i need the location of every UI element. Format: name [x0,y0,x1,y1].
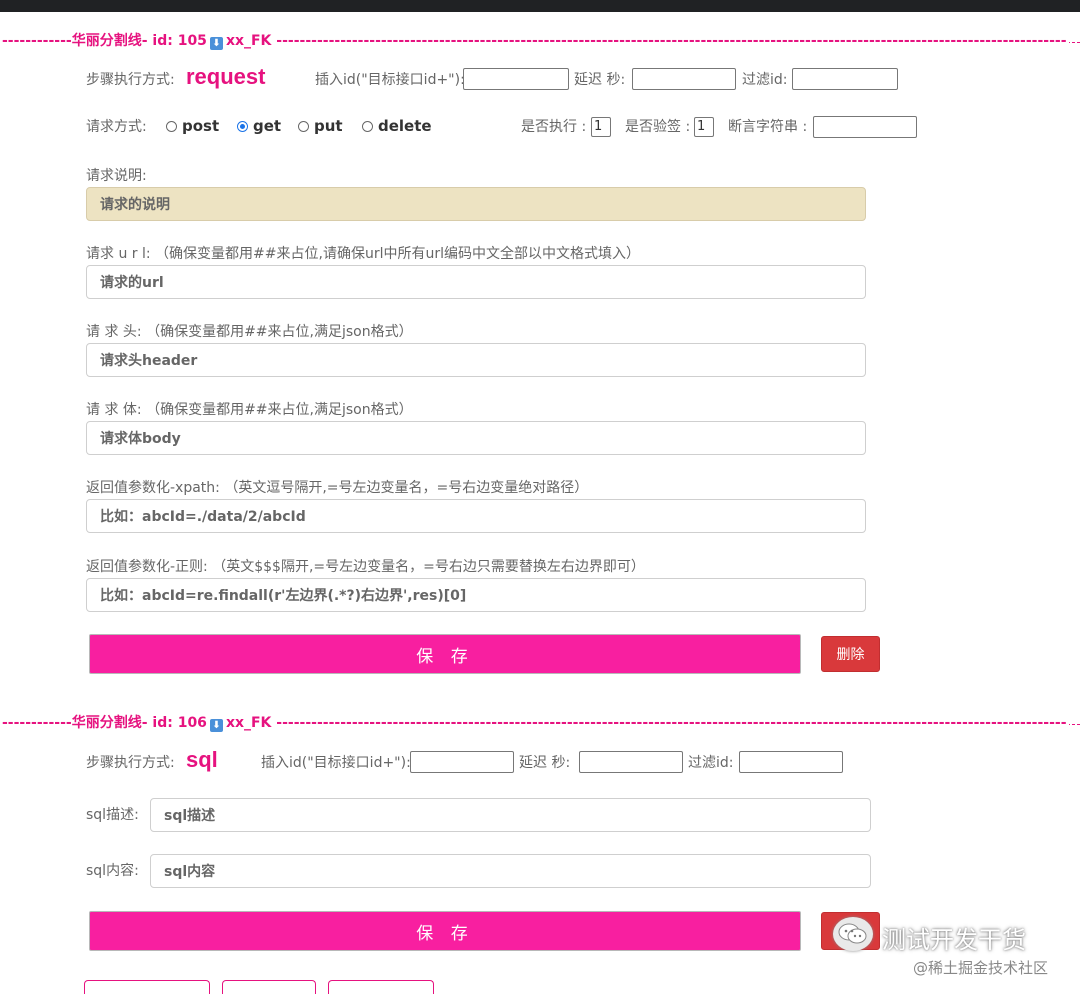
download-icon: ⬇ [209,719,223,732]
divider-prefix: ------------华丽分割线- id: 105 [2,33,207,49]
radio-circle [362,121,373,132]
insert-id-input[interactable] [463,68,569,90]
regex-param-field[interactable]: 比如：abcId=re.findall(r'左边界(.*?)右边界',res)[… [86,578,866,612]
mode-label: 步骤执行方式: [86,755,175,771]
insert-id-label: 插入id("目标接口id+"): [315,72,465,88]
download-icon: ⬇ [209,37,223,50]
insert-id-input[interactable] [410,751,514,773]
xpath-param-field[interactable]: 比如：abcId=./data/2/abcId [86,499,866,533]
delay-label: 延迟 秒: [574,72,626,88]
mode-value: request [186,64,266,89]
wechat-icon-glyph [838,923,867,944]
assert-input[interactable] [813,116,917,138]
sign-input[interactable]: 1 [694,117,714,137]
delay-input[interactable] [579,751,683,773]
radio-put-label: put [314,117,343,135]
radio-circle [166,121,177,132]
radio-post[interactable]: post [166,116,219,136]
filter-id-label: 过滤id: [742,72,788,88]
bottom-button-partial[interactable] [222,980,316,994]
request-url-field[interactable]: 请求的url [86,265,866,299]
divider-suffix: xx_FK [225,33,272,49]
radio-delete-label: delete [378,117,432,135]
divider-suffix: xx_FK [225,715,272,731]
assert-label: 断言字符串 : [728,119,808,135]
sql-content-field[interactable]: sql内容 [150,854,871,888]
exec-input[interactable]: 1 [591,117,611,137]
save-button[interactable]: 保 存 [89,911,801,951]
exec-label: 是否执行 : [521,119,587,135]
sql-desc-field[interactable]: sql描述 [150,798,871,832]
divider-header: ------------华丽分割线- id: 105 ⬇ xx_FK -------… [0,32,1069,50]
divider-dashes: ----------------------------------------… [276,33,1067,49]
request-header-field[interactable]: 请求头header [86,343,866,377]
filter-id-input[interactable] [739,751,843,773]
request-desc-field[interactable]: 请求的说明 [86,187,866,221]
bottom-button-partial[interactable] [328,980,434,994]
delay-label: 延迟 秒: [519,755,571,771]
regex-label: 返回值参数化-正则: （英文$$$隔开,=号左边变量名，=号右边只需要替换左右边… [86,559,645,575]
radio-circle [298,121,309,132]
delete-button[interactable]: 删除 [821,636,880,672]
request-body-field[interactable]: 请求体body [86,421,866,455]
divider-dashes: ----------------------------------------… [276,715,1067,731]
url-label: 请求 u r l: （确保变量都用##来占位,请确保url中所有url编码中文全… [86,246,640,262]
save-button[interactable]: 保 存 [89,634,801,674]
method-label: 请求方式: [86,119,147,135]
insert-id-label: 插入id("目标接口id+"): [261,755,411,771]
mode-value: sql [186,747,218,772]
watermark-source: @稀土掘金技术社区 [913,959,1049,977]
sql-desc-label: sql描述: [86,807,139,823]
divider-prefix: ------------华丽分割线- id: 106 [2,715,207,731]
xpath-label: 返回值参数化-xpath: （英文逗号隔开,=号左边变量名，=号右边变量绝对路径… [86,480,589,496]
bottom-button-partial[interactable] [84,980,210,994]
radio-put[interactable]: put [298,116,343,136]
delay-input[interactable] [632,68,736,90]
mode-label: 步骤执行方式: [86,72,175,88]
divider-header: ------------华丽分割线- id: 106 ⬇ xx_FK -------… [0,714,1069,732]
radio-get-label: get [253,117,282,135]
radio-post-label: post [182,117,220,135]
desc-label: 请求说明: [86,168,147,184]
watermark-title: 测试开发干货 [882,926,1026,954]
filter-id-input[interactable] [792,68,898,90]
radio-delete[interactable]: delete [362,116,432,136]
header-label: 请 求 头: （确保变量都用##来占位,满足json格式） [86,324,413,340]
body-label: 请 求 体: （确保变量都用##来占位,满足json格式） [86,402,413,418]
wechat-icon [833,917,873,951]
radio-circle-checked [237,121,248,132]
window-top-bar [0,0,1080,12]
radio-get[interactable]: get [237,116,281,136]
sql-content-label: sql内容: [86,863,139,879]
sign-label: 是否验签 : [625,119,691,135]
filter-id-label: 过滤id: [688,755,734,771]
